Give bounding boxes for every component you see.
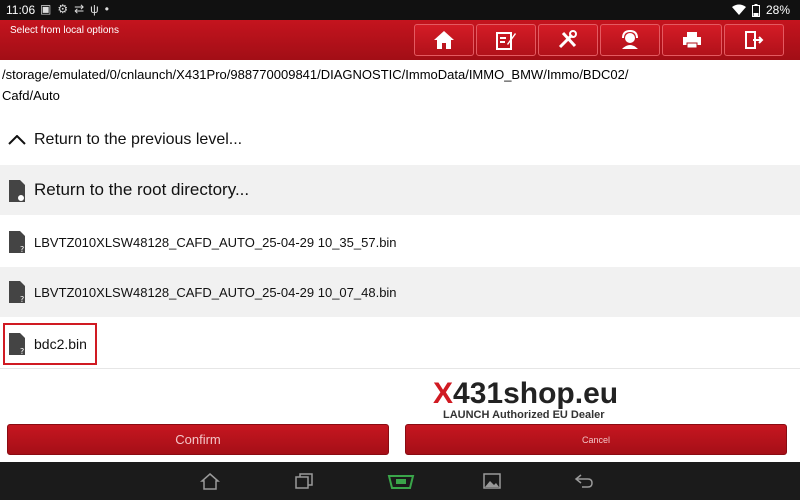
- list-item-file[interactable]: ? LBVTZ010XLSW48128_CAFD_AUTO_25-04-29 1…: [0, 267, 800, 317]
- report-button[interactable]: [476, 24, 536, 56]
- wifi-icon: [731, 4, 746, 15]
- nav-gallery-button[interactable]: [480, 470, 504, 492]
- confirm-button[interactable]: Confirm: [7, 424, 389, 455]
- print-button[interactable]: [662, 24, 722, 56]
- app-header: Select from local options: [0, 20, 800, 60]
- dealer-watermark: X431shop.eu LAUNCH Authorized EU Dealer: [433, 377, 633, 422]
- status-right: 28%: [731, 3, 790, 17]
- edit-report-icon: [496, 32, 516, 50]
- file-name: LBVTZ010XLSW48128_CAFD_AUTO_25-04-29 10_…: [34, 235, 397, 250]
- recent-apps-icon: [295, 473, 313, 489]
- list-item-root-directory[interactable]: Return to the root directory...: [0, 165, 800, 215]
- file-name: LBVTZ010XLSW48128_CAFD_AUTO_25-04-29 10_…: [34, 285, 397, 300]
- sync-icon: ⇄: [74, 2, 85, 16]
- settings-icon: ⚙: [57, 2, 69, 16]
- folder-root-icon: [9, 180, 25, 202]
- watermark-brand: X431shop.eu: [433, 377, 619, 410]
- home-button[interactable]: [414, 24, 474, 56]
- nav-recent-apps-button[interactable]: [292, 470, 316, 492]
- svg-text:?: ?: [20, 245, 24, 254]
- page-title: Select from local options: [10, 25, 119, 36]
- battery-level: 28%: [765, 3, 790, 17]
- path-line-2: Cafd/Auto: [2, 88, 60, 103]
- system-nav-bar: [0, 462, 800, 500]
- nav-back-button[interactable]: [572, 470, 596, 492]
- home-outline-icon: [200, 473, 220, 490]
- current-path: /storage/emulated/0/cnlaunch/X431Pro/988…: [2, 64, 629, 106]
- svg-text:?: ?: [20, 295, 24, 304]
- path-line-1: /storage/emulated/0/cnlaunch/X431Pro/988…: [2, 67, 629, 82]
- back-arrow-icon: [574, 474, 593, 488]
- list-item-file[interactable]: ? LBVTZ010XLSW48128_CAFD_AUTO_25-04-29 1…: [0, 217, 800, 267]
- tools-button[interactable]: [538, 24, 598, 56]
- watermark-subtitle: LAUNCH Authorized EU Dealer: [443, 409, 605, 421]
- vci-connector-icon: [387, 475, 415, 489]
- support-button[interactable]: [600, 24, 660, 56]
- tools-icon: [558, 30, 577, 49]
- battery-icon: [751, 3, 760, 17]
- status-time: 11:06: [6, 3, 36, 17]
- status-bar: 11:06 ▣ ⚙ ⇄ ψ • 28%: [0, 0, 800, 20]
- image-icon: [483, 473, 501, 489]
- chevron-up-icon: [8, 135, 26, 145]
- support-agent-icon: [622, 30, 638, 49]
- exit-icon: [745, 31, 764, 49]
- cancel-button[interactable]: Cancel: [405, 424, 787, 455]
- root-directory-label: Return to the root directory...: [34, 180, 250, 199]
- file-unknown-icon: ?: [9, 231, 25, 254]
- printer-icon: [683, 32, 701, 49]
- selection-highlight: [3, 323, 97, 365]
- status-icons: ▣ ⚙ ⇄ ψ •: [40, 2, 109, 16]
- usb-icon: ψ: [90, 2, 99, 16]
- home-icon: [434, 31, 454, 49]
- nav-home-button[interactable]: [198, 470, 222, 492]
- more-icon: •: [104, 2, 109, 16]
- list-item-previous-level[interactable]: Return to the previous level...: [0, 115, 800, 165]
- previous-level-label: Return to the previous level...: [34, 131, 243, 148]
- nav-vci-button[interactable]: [386, 470, 416, 492]
- file-unknown-icon: ?: [9, 281, 25, 304]
- list-item-file-selected[interactable]: ? bdc2.bin: [0, 319, 800, 369]
- exit-button[interactable]: [724, 24, 784, 56]
- gallery-icon: ▣: [40, 2, 52, 16]
